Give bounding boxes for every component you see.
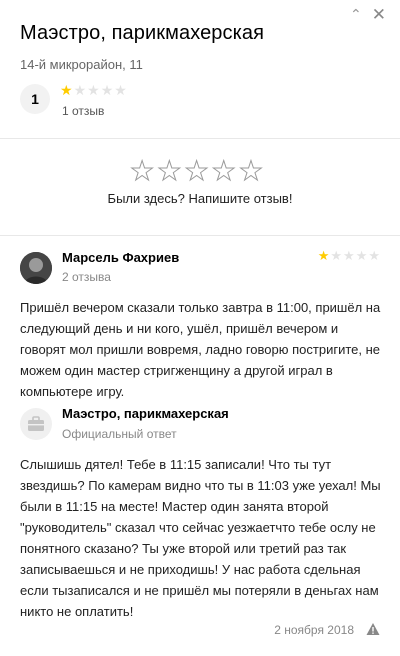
- reply-org-name: Маэстро, парикмахерская: [62, 406, 229, 421]
- review-card-panel: ⌃ ✕ Маэстро, парикмахерская 14-й микрора…: [0, 0, 400, 656]
- review-author-name[interactable]: Марсель Фахриев: [62, 250, 179, 265]
- star-icon: ★: [317, 249, 330, 264]
- close-icon[interactable]: ✕: [372, 7, 386, 24]
- reply-label: Официальный ответ: [62, 427, 177, 441]
- rate-stars-input[interactable]: ★ ★ ★ ★ ★: [129, 157, 263, 186]
- review-text: Пришёл вечером сказали только завтра в 1…: [20, 300, 381, 399]
- divider: [0, 138, 400, 139]
- place-rating-stars: ★ ★ ★ ★ ★: [60, 84, 127, 98]
- review-author-count: 2 отзыва: [62, 270, 111, 284]
- divider: [0, 235, 400, 236]
- reviews-count-link[interactable]: 1 отзыв: [62, 104, 104, 118]
- person-photo-icon: [20, 252, 52, 284]
- star-icon[interactable]: ★: [211, 157, 236, 186]
- place-title: Маэстро, парикмахерская: [20, 22, 265, 44]
- write-review-prompt[interactable]: Были здесь? Напишите отзыв!: [0, 191, 400, 206]
- star-icon: ★: [60, 83, 73, 99]
- warning-triangle-icon[interactable]: [366, 622, 380, 636]
- star-icon[interactable]: ★: [157, 157, 182, 186]
- rating-value-badge: 1: [20, 84, 50, 114]
- star-icon[interactable]: ★: [238, 157, 263, 186]
- author-avatar[interactable]: [20, 252, 52, 284]
- star-icon: ★: [355, 249, 368, 264]
- star-icon[interactable]: ★: [129, 157, 154, 186]
- star-icon: ★: [73, 83, 87, 99]
- star-icon[interactable]: ★: [184, 157, 209, 186]
- star-icon: ★: [87, 83, 100, 99]
- chevron-up-icon[interactable]: ⌃: [350, 8, 362, 22]
- place-address[interactable]: 14-й микрорайон, 11: [20, 57, 143, 72]
- star-icon: ★: [100, 83, 114, 99]
- review-date: 2 ноября 2018: [274, 623, 354, 637]
- window-controls: ⌃ ✕: [350, 7, 386, 24]
- star-icon: ★: [368, 249, 380, 264]
- star-icon: ★: [343, 249, 355, 264]
- briefcase-icon: [20, 408, 52, 440]
- reply-text: Слышишь дятел! Тебе в 11:15 записали! Чт…: [20, 457, 381, 619]
- review-rating-stars: ★ ★ ★ ★ ★: [318, 250, 380, 263]
- star-icon: ★: [330, 249, 343, 264]
- star-icon: ★: [114, 83, 127, 99]
